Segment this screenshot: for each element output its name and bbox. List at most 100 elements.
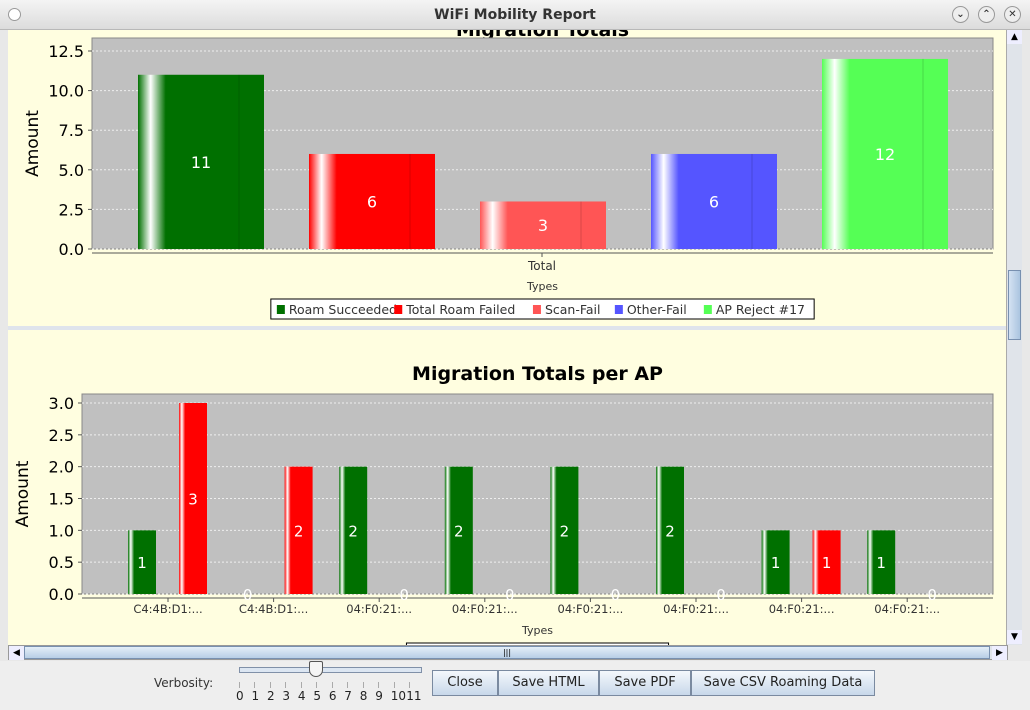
slider-tick-label: 8 <box>359 689 368 703</box>
x-tick-label: C4:4B:D1:... <box>239 602 308 616</box>
scroll-up-icon[interactable]: ▲ <box>1007 30 1022 44</box>
bar-value-label: 2 <box>454 522 464 540</box>
bar-value-label: 1 <box>876 554 886 572</box>
y-tick-label: 5.0 <box>59 161 84 180</box>
slider-tick <box>409 682 411 688</box>
y-tick-label: 0.0 <box>49 585 74 604</box>
chart-title: Migration Totals per AP <box>412 363 663 385</box>
bar-value-label: 2 <box>560 522 570 540</box>
bar-value-label: 1 <box>771 554 781 572</box>
save-csv-button[interactable]: Save CSV Roaming Data <box>691 670 875 696</box>
slider-tick-label: 1 <box>251 689 260 703</box>
slider-tick-label: 4 <box>297 689 306 703</box>
plot-area <box>81 393 994 595</box>
slider-tick <box>316 682 318 688</box>
x-axis-label: Types <box>526 280 558 293</box>
slider-tick <box>393 682 395 688</box>
y-tick-label: 10.0 <box>48 82 84 101</box>
legend-item: Other-Fail <box>627 302 687 317</box>
scroll-down-icon[interactable]: ▼ <box>1007 630 1022 644</box>
bar-value-label: 2 <box>294 522 304 540</box>
control-panel: Verbosity: 0 1 2 3 4 5 6 7 8 9 10 11 Close Save HTM… <box>0 661 1030 710</box>
slider-tick <box>269 682 271 688</box>
verbosity-label: Verbosity: <box>154 676 214 690</box>
horizontal-scrollbar[interactable]: ◀ ||| ▶ <box>8 645 1008 660</box>
legend-item: AP Reject #17 <box>716 302 805 317</box>
close-button[interactable]: Close <box>432 670 498 696</box>
slider-tick-label: 6 <box>328 689 337 703</box>
legend-item: Scan-Fail <box>545 302 601 317</box>
verbosity-slider-thumb[interactable] <box>309 661 324 677</box>
slider-tick-label: 11 <box>406 689 422 703</box>
title-bar: WiFi Mobility Report ⌄ ⌃ ✕ <box>0 0 1030 30</box>
slider-tick <box>285 682 287 688</box>
slider-tick <box>300 682 302 688</box>
scroll-right-icon[interactable]: ▶ <box>992 646 1007 660</box>
x-tick-label: 04:F0:21:... <box>769 602 835 616</box>
y-axis-label: Amount <box>23 110 43 177</box>
window-title: WiFi Mobility Report <box>434 7 596 23</box>
scroll-left-icon[interactable]: ◀ <box>9 646 24 660</box>
x-tick-label: 04:F0:21:... <box>558 602 624 616</box>
y-tick-label: 0.0 <box>59 240 84 259</box>
y-tick-label: 2.5 <box>49 426 74 445</box>
y-tick-label: 3.0 <box>49 394 74 413</box>
bar-value-label: 11 <box>191 153 211 172</box>
y-axis-label: Amount <box>13 460 33 527</box>
bar-value-label: 2 <box>665 522 675 540</box>
x-tick-label: 04:F0:21:... <box>452 602 518 616</box>
bar-value-label: 2 <box>348 522 358 540</box>
y-tick-label: 2.5 <box>59 200 84 219</box>
slider-tick <box>378 682 380 688</box>
migration-totals-chart: Migration Totals0.02.55.07.510.012.5Amou… <box>23 30 994 320</box>
y-tick-label: 2.0 <box>49 458 74 477</box>
legend-swatch <box>532 305 541 314</box>
y-tick-label: 1.5 <box>49 490 74 509</box>
x-axis-label: Types <box>521 624 553 637</box>
y-tick-label: 7.5 <box>59 121 84 140</box>
close-window-icon[interactable]: ✕ <box>1004 6 1021 23</box>
bar-value-label: 3 <box>538 216 548 235</box>
slider-tick <box>239 682 240 688</box>
maximize-icon[interactable]: ⌃ <box>978 6 995 23</box>
close-label: Close <box>447 675 483 690</box>
slider-tick <box>254 682 256 688</box>
minimize-icon[interactable]: ⌄ <box>952 6 969 23</box>
slider-tick-label: 5 <box>313 689 321 703</box>
legend-item: Total Roam Failed <box>405 302 515 317</box>
slider-tick-label: 10 <box>390 689 406 703</box>
slider-tick <box>347 682 349 688</box>
vertical-scroll-thumb[interactable] <box>1008 270 1021 340</box>
bar-value-label: 12 <box>875 145 895 164</box>
y-tick-label: 0.5 <box>49 553 74 572</box>
legend-swatch <box>276 305 285 314</box>
slider-tick-label: 0 <box>236 689 244 703</box>
save-pdf-button[interactable]: Save PDF <box>599 670 691 696</box>
legend-swatch <box>394 305 403 314</box>
bar-value-label: 1 <box>137 554 147 572</box>
x-tick-label: 04:F0:21:... <box>874 602 940 616</box>
x-tick-label: Total <box>527 259 556 273</box>
bar-value-label: 1 <box>822 554 832 572</box>
report-viewport: Migration Totals 0.0 2.5 5.0 7.5 10.0 12.5 Amou… <box>8 30 1006 645</box>
save-html-button[interactable]: Save HTML <box>498 670 599 696</box>
y-tick-label: 12.5 <box>48 42 84 61</box>
legend-swatch <box>614 305 623 314</box>
x-tick-label: C4:4B:D1:... <box>133 602 202 616</box>
verbosity-slider[interactable] <box>239 667 422 673</box>
horizontal-scroll-thumb[interactable]: ||| <box>24 646 990 659</box>
x-tick-label: 04:F0:21:... <box>663 602 729 616</box>
vertical-scrollbar[interactable]: ▲ ▼ <box>1006 30 1022 645</box>
bar-value-label: 3 <box>188 491 198 509</box>
legend: Roam Succeeded Total Roam Failed Scan-Fail… <box>270 298 815 320</box>
y-tick-label: 1.0 <box>49 521 74 540</box>
legend-item: Roam Succeeded <box>289 302 397 317</box>
bar-value-label: 6 <box>709 192 719 211</box>
slider-tick-label: 7 <box>344 689 352 703</box>
slider-tick <box>362 682 364 688</box>
bar-value-label: 6 <box>367 192 377 211</box>
slider-tick-label: 2 <box>266 689 275 703</box>
app-icon <box>8 8 21 21</box>
slider-tick-label: 3 <box>282 689 291 703</box>
x-tick-label: 04:F0:21:... <box>346 602 412 616</box>
